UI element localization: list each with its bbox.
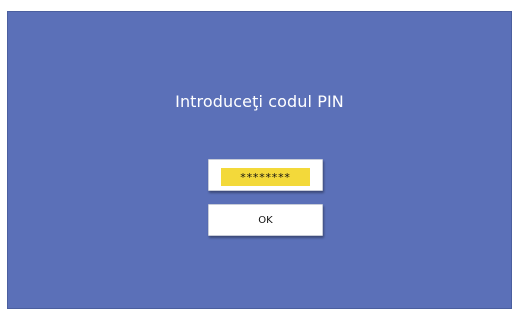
pin-entry-button[interactable]: ******** (208, 159, 323, 191)
pin-input-field[interactable]: ******** (221, 168, 310, 186)
pin-entry-screen: Introduceţi codul PIN ******** OK (7, 11, 512, 309)
pin-prompt-title: Introduceţi codul PIN (175, 92, 344, 111)
ok-button[interactable]: OK (208, 204, 323, 236)
